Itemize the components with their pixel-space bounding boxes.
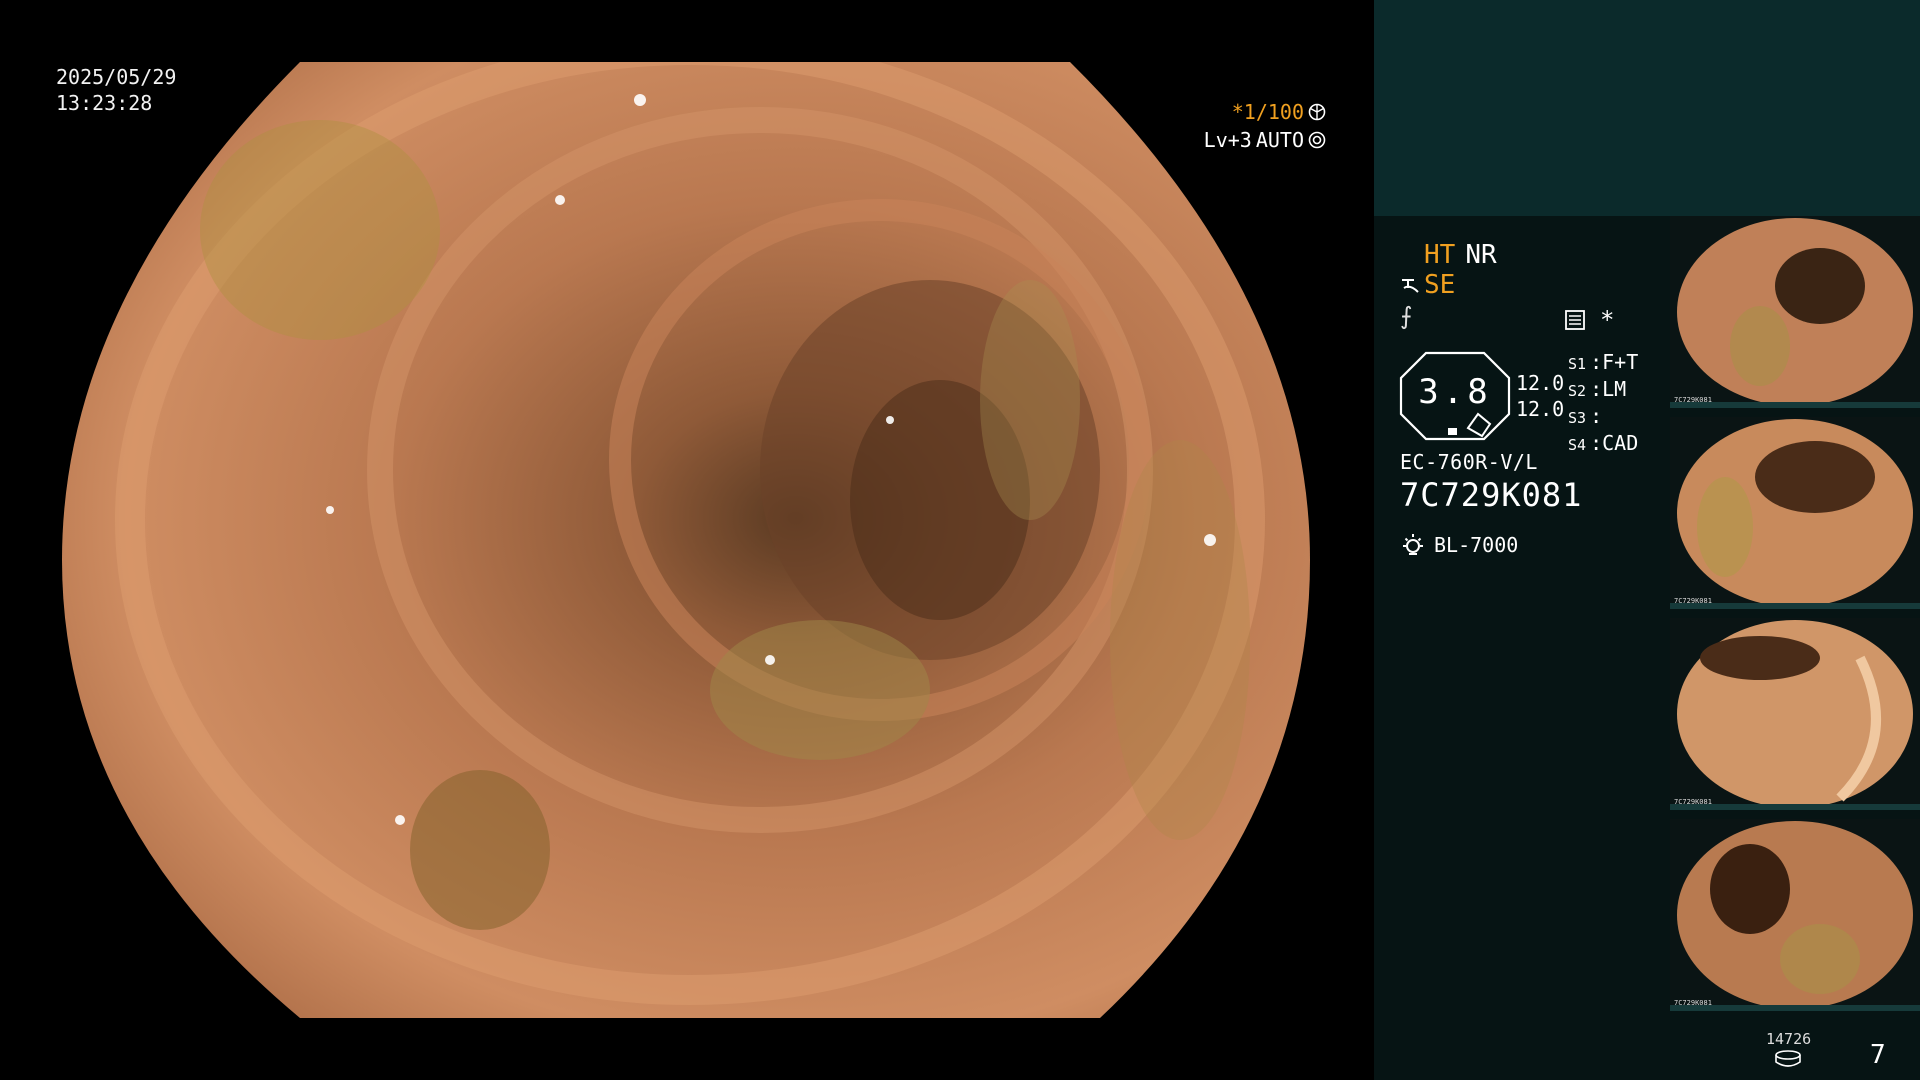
iris-icon [1308, 131, 1326, 149]
function-icon: ⨍ [1400, 302, 1413, 330]
image-count: 14726 [1766, 1030, 1812, 1048]
shutter-speed: *1/100 [1231, 100, 1304, 124]
thumbnail[interactable]: 7C729K081 [1670, 618, 1920, 810]
light-source-row: BL-7000 [1400, 532, 1518, 558]
time-text: 13:23:28 [56, 91, 153, 115]
structure-enhance-icon [1402, 279, 1419, 293]
storage-disk-icon [1775, 1050, 1801, 1067]
switch-label: S1 [1568, 355, 1587, 373]
status-sidebar: HT NR SE ⨍ * 3.8 12.0 12.0 S1:F+T S2:LM … [1374, 0, 1920, 1080]
scope-switch-list: S1:F+T S2:LM S3: S4:CAD [1568, 350, 1638, 458]
exposure-panel: *1/100 Lv+3 AUTO [1204, 98, 1326, 154]
enhancement-modes: HT NR [1424, 240, 1497, 270]
thumbnail-image [1670, 216, 1920, 408]
menu-icon-group: * [1564, 306, 1614, 334]
switch-row: S4:CAD [1568, 431, 1639, 455]
zoom-number-1: 12.0 [1516, 371, 1565, 395]
switch-label: S4 [1568, 436, 1587, 454]
zoom-numbers: 12.0 12.0 [1516, 370, 1564, 422]
switch-label: S3 [1568, 409, 1587, 427]
switch-label: S2 [1568, 382, 1587, 400]
thumbnail[interactable]: 7C729K081 [1670, 819, 1920, 1011]
se-row: SE [1400, 270, 1455, 300]
thumbnail[interactable]: 7C729K081 [1670, 417, 1920, 609]
zoom-number-2: 12.0 [1516, 397, 1565, 421]
thumbnail[interactable]: 7C729K081 [1670, 216, 1920, 408]
date-time-readout: 2025/05/29 13:23:28 [56, 64, 176, 116]
sidebar-header-area [1374, 0, 1920, 216]
page-number: 7 [1870, 1040, 1886, 1070]
list-menu-icon [1565, 310, 1585, 330]
thumbnail-label: 7C729K081 [1674, 396, 1712, 404]
colon-lumen-image [62, 62, 1310, 1018]
captured-thumbnails: 7C729K081 7C729K081 7C729K081 7C729K081 [1670, 216, 1920, 1020]
light-source-model: BL-7000 [1434, 533, 1519, 557]
brightness-level: Lv+3 [1203, 128, 1252, 152]
thumbnail-label: 7C729K081 [1674, 999, 1712, 1007]
exposure-mode: AUTO [1255, 128, 1304, 152]
thumbnail-image [1670, 819, 1920, 1011]
zoom-value: 3.8 [1418, 372, 1492, 412]
thumbnail-image [1670, 618, 1920, 810]
se-indicator: SE [1424, 270, 1456, 300]
nr-indicator: NR [1465, 240, 1497, 270]
thumbnail-label: 7C729K081 [1674, 597, 1712, 605]
date-text: 2025/05/29 [56, 65, 177, 89]
switch-row: S1:F+T [1568, 350, 1639, 374]
thumbnail-image [1670, 417, 1920, 609]
endoscope-main-view: 2025/05/29 13:23:28 *1/100 Lv+3 AUTO [0, 0, 1372, 1080]
aperture-icon [1308, 103, 1326, 121]
thumbnail-label: 7C729K081 [1674, 798, 1712, 806]
ht-indicator: HT [1424, 240, 1456, 270]
switch-value: LM [1602, 377, 1627, 401]
switch-value: CAD [1602, 431, 1639, 455]
switch-value: F+T [1602, 350, 1639, 374]
scope-model: EC-760R-V/L [1400, 450, 1538, 474]
light-source-icon [1403, 534, 1423, 555]
scope-serial: 7C729K081 [1400, 476, 1583, 514]
switch-row: S3: [1568, 404, 1603, 428]
asterisk-indicator: * [1600, 306, 1615, 334]
switch-row: S2:LM [1568, 377, 1627, 401]
